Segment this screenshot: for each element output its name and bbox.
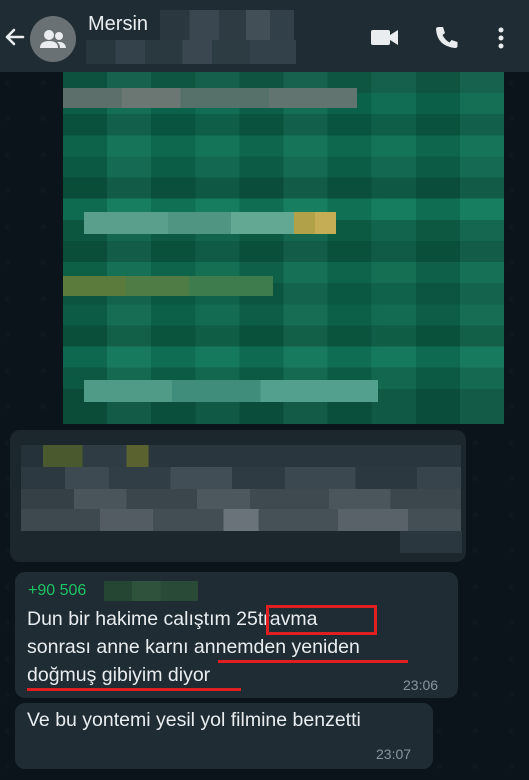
highlight-box-annotation — [266, 605, 377, 635]
avatar[interactable] — [30, 16, 76, 62]
redacted-text-row — [21, 445, 461, 467]
video-call-button[interactable] — [368, 22, 402, 52]
message-timestamp: 23:07 — [376, 746, 412, 762]
arrow-left-icon — [5, 28, 25, 46]
image-pixel-block — [63, 276, 273, 296]
underline-annotation — [27, 688, 241, 691]
video-call-icon — [371, 30, 398, 45]
image-pixel-block — [84, 212, 294, 234]
chat-title[interactable]: Mersin — [88, 13, 148, 36]
redacted-text-row — [400, 531, 462, 553]
image-pixel-block — [84, 380, 378, 402]
redacted-text-row — [21, 489, 461, 511]
image-pixel-block — [63, 88, 357, 108]
message-timestamp: 23:06 — [403, 677, 439, 693]
subtitle-redaction — [86, 40, 296, 64]
title-redaction — [160, 10, 294, 40]
phone-icon — [436, 27, 458, 48]
group-icon — [40, 30, 66, 48]
message-text-line: sonrası anne karnı annemden yeniden — [27, 636, 360, 658]
message-text-line: doğmuş gibiyim diyor — [27, 664, 211, 686]
underline-annotation — [218, 660, 408, 663]
shared-image-redacted[interactable] — [63, 72, 504, 424]
app-bar: Mersin — [0, 0, 529, 72]
redacted-text-row — [21, 467, 461, 489]
sender-name[interactable]: +90 506 — [28, 582, 86, 600]
back-button[interactable] — [2, 22, 28, 52]
sender-redaction — [104, 581, 198, 601]
image-pixel-block — [294, 212, 336, 234]
voice-call-button[interactable] — [432, 22, 462, 52]
more-options-button[interactable] — [490, 22, 512, 52]
message-text: Ve bu yontemi yesil yol filmine benzetti — [27, 709, 361, 731]
more-vert-icon — [498, 27, 504, 49]
redacted-text-row — [21, 509, 461, 531]
